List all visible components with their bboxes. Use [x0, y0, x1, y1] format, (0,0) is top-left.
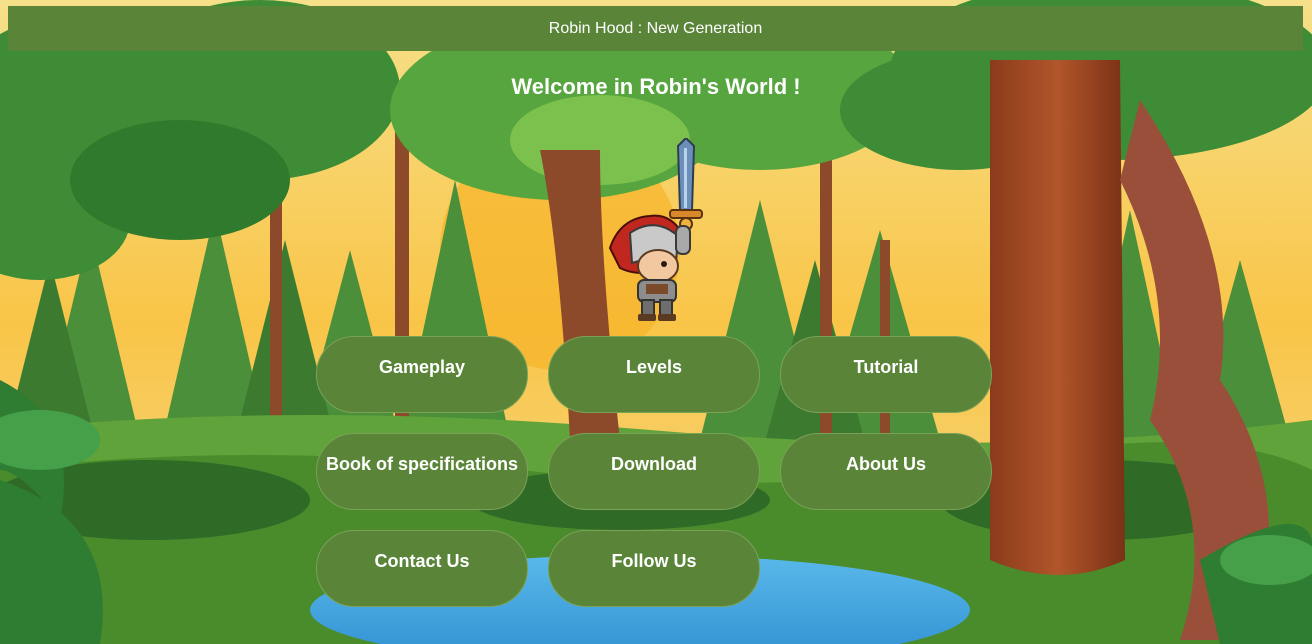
about-us-button[interactable]: About Us — [780, 433, 992, 510]
book-of-specifications-button[interactable]: Book of specifications — [316, 433, 528, 510]
download-button[interactable]: Download — [548, 433, 760, 510]
levels-button[interactable]: Levels — [548, 336, 760, 413]
follow-us-button[interactable]: Follow Us — [548, 530, 760, 607]
gameplay-button[interactable]: Gameplay — [316, 336, 528, 413]
knight-character-image — [608, 138, 703, 321]
tutorial-button[interactable]: Tutorial — [780, 336, 992, 413]
welcome-heading: Welcome in Robin's World ! — [511, 74, 801, 99]
top-banner: Robin Hood : New Generation — [8, 6, 1303, 51]
main-menu: Gameplay Levels Tutorial Book of specifi… — [316, 336, 996, 607]
contact-us-button[interactable]: Contact Us — [316, 530, 528, 607]
site-title: Robin Hood : New Generation — [548, 19, 763, 37]
